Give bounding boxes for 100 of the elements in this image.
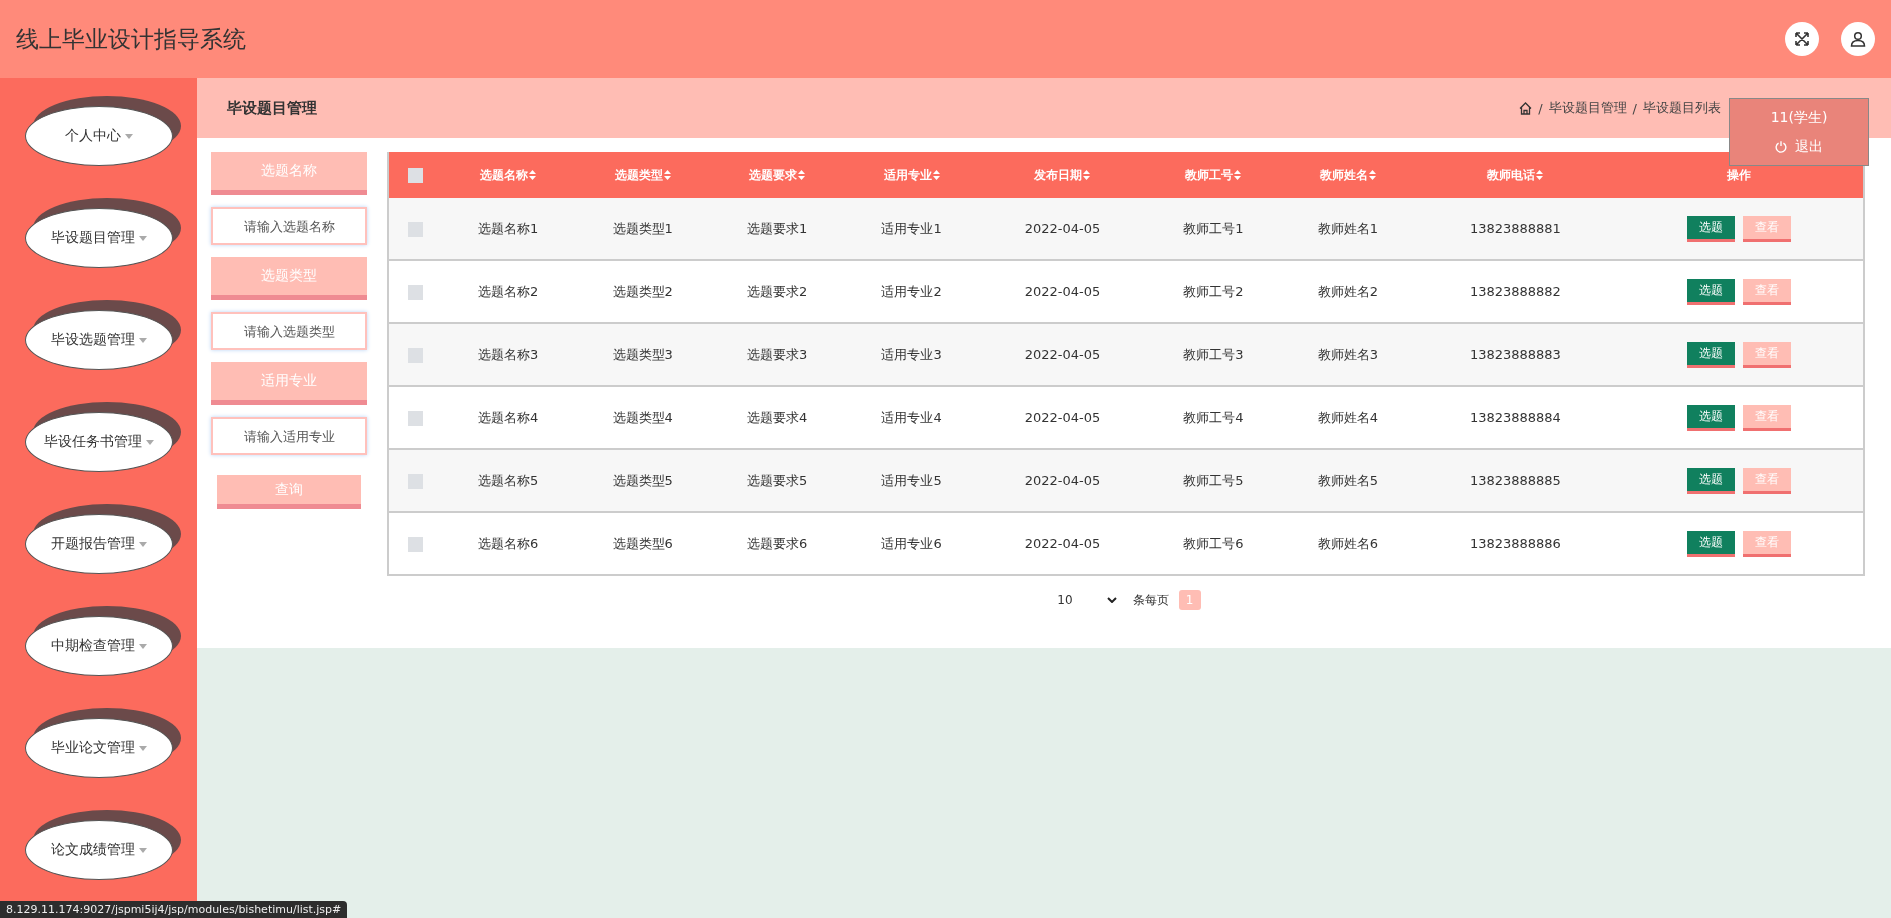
table-cell: 13823888883 <box>1469 347 1561 362</box>
view-button[interactable]: 查看 <box>1743 278 1792 305</box>
page-title: 毕设题目管理 <box>227 98 317 118</box>
table-cell: 适用专业6 <box>881 535 942 551</box>
caret-icon <box>145 439 154 445</box>
row-checkbox[interactable] <box>407 221 423 237</box>
column-header[interactable]: 选题类型 <box>614 167 671 182</box>
table-cell: 教师姓名5 <box>1317 472 1378 488</box>
user-icon <box>1850 31 1866 47</box>
table-cell: 适用专业3 <box>881 346 942 362</box>
select-button[interactable]: 选题 <box>1687 215 1736 242</box>
table-cell: 2022-04-05 <box>1024 347 1101 362</box>
breadcrumb-separator: / <box>1632 100 1637 116</box>
caret-icon <box>138 235 147 241</box>
column-header[interactable]: 适用专业 <box>883 167 940 182</box>
filter-label: 选题类型 <box>211 257 367 300</box>
view-button[interactable]: 查看 <box>1743 341 1792 368</box>
table-cell: 教师姓名3 <box>1317 346 1378 362</box>
table-cell: 选题类型4 <box>612 409 673 425</box>
column-header: 操作 <box>1727 167 1752 182</box>
caret-icon <box>124 133 133 139</box>
per-page-label: 条每页 <box>1132 591 1169 609</box>
select-button[interactable]: 选题 <box>1687 530 1736 557</box>
select-button[interactable]: 选题 <box>1687 341 1736 368</box>
table-cell: 适用专业1 <box>881 220 942 236</box>
table-cell: 2022-04-05 <box>1024 536 1101 551</box>
table-cell: 教师工号2 <box>1183 283 1244 299</box>
table-cell: 选题名称3 <box>478 346 539 362</box>
power-icon <box>1775 140 1787 153</box>
column-header[interactable]: 发布日期 <box>1034 167 1091 182</box>
logout-item[interactable]: 退出 <box>1775 137 1823 156</box>
table-cell: 教师姓名4 <box>1317 409 1378 425</box>
table-cell: 13823888886 <box>1469 536 1561 551</box>
table-cell: 教师姓名6 <box>1317 535 1378 551</box>
expand-icon <box>1794 31 1810 47</box>
table-cell: 选题名称2 <box>478 283 539 299</box>
caret-icon <box>138 745 147 751</box>
table-cell: 13823888884 <box>1469 410 1561 425</box>
breadcrumb-item[interactable]: 毕设题目管理 <box>1548 99 1627 117</box>
table-cell: 教师工号3 <box>1183 346 1244 362</box>
page-button[interactable]: 1 <box>1178 590 1201 610</box>
breadcrumb-item: 毕设题目列表 <box>1643 99 1721 117</box>
breadcrumb-separator: / <box>1538 100 1543 116</box>
select-button[interactable]: 选题 <box>1687 467 1736 494</box>
column-header[interactable]: 教师电话 <box>1487 167 1544 182</box>
table-cell: 13823888882 <box>1469 284 1561 299</box>
user-name: 11(学生) <box>1770 108 1828 127</box>
view-button[interactable]: 查看 <box>1743 530 1792 557</box>
app-title: 线上毕业设计指导系统 <box>16 24 246 54</box>
table-cell: 选题要求4 <box>746 409 808 425</box>
search-button[interactable]: 查询 <box>217 475 361 509</box>
caret-icon <box>138 643 147 649</box>
table-cell: 教师姓名2 <box>1317 283 1378 299</box>
table-cell: 选题名称1 <box>478 220 539 236</box>
view-button[interactable]: 查看 <box>1743 467 1792 494</box>
filter-label: 选题名称 <box>211 152 367 195</box>
table-cell: 适用专业5 <box>881 472 942 488</box>
table-cell: 选题类型2 <box>612 283 673 299</box>
table-cell: 13823888881 <box>1469 221 1561 236</box>
status-bar-url: 8.129.11.174:9027/jspmi5ij4/jsp/modules/bishetimu/list.jsp# <box>0 901 348 918</box>
column-header[interactable]: 教师工号 <box>1185 167 1242 182</box>
table-cell: 2022-04-05 <box>1024 410 1101 425</box>
table-cell: 选题要求3 <box>746 346 808 362</box>
caret-icon <box>138 337 147 343</box>
column-header[interactable]: 选题要求 <box>749 167 806 182</box>
select-button[interactable]: 选题 <box>1687 278 1736 305</box>
home-icon[interactable] <box>1519 101 1533 115</box>
table-cell: 教师工号1 <box>1183 220 1244 236</box>
table-cell: 选题要求5 <box>746 472 808 488</box>
user-button[interactable] <box>1841 22 1875 56</box>
select-all-checkbox[interactable] <box>407 167 423 183</box>
table-cell: 13823888885 <box>1469 473 1561 488</box>
row-checkbox[interactable] <box>407 347 423 363</box>
search-field[interactable]: 请输入选题类型 <box>211 312 367 350</box>
row-checkbox[interactable] <box>407 410 423 426</box>
page-size-select[interactable]: 10 <box>1051 593 1123 607</box>
row-checkbox[interactable] <box>407 473 423 489</box>
table-cell: 选题类型3 <box>612 346 673 362</box>
table-cell: 选题要求6 <box>746 535 808 551</box>
table-cell: 适用专业2 <box>881 283 942 299</box>
table-cell: 教师姓名1 <box>1317 220 1378 236</box>
caret-icon <box>138 847 147 853</box>
table-cell: 适用专业4 <box>881 409 942 425</box>
row-checkbox[interactable] <box>407 284 423 300</box>
table-cell: 选题类型1 <box>612 220 673 236</box>
table-cell: 选题要求2 <box>746 283 808 299</box>
view-button[interactable]: 查看 <box>1743 215 1792 242</box>
chevron-down-icon <box>1106 597 1117 603</box>
row-checkbox[interactable] <box>407 536 423 552</box>
table-cell: 2022-04-05 <box>1024 473 1101 488</box>
column-header[interactable]: 教师姓名 <box>1319 167 1376 182</box>
search-field[interactable]: 请输入适用专业 <box>211 417 367 455</box>
table-cell: 选题名称6 <box>478 535 539 551</box>
select-button[interactable]: 选题 <box>1687 404 1736 431</box>
view-button[interactable]: 查看 <box>1743 404 1792 431</box>
table-cell: 选题类型6 <box>612 535 673 551</box>
caret-icon <box>138 541 147 547</box>
fullscreen-button[interactable] <box>1785 22 1819 56</box>
search-field[interactable]: 请输入选题名称 <box>211 207 367 245</box>
column-header[interactable]: 选题名称 <box>480 167 537 182</box>
